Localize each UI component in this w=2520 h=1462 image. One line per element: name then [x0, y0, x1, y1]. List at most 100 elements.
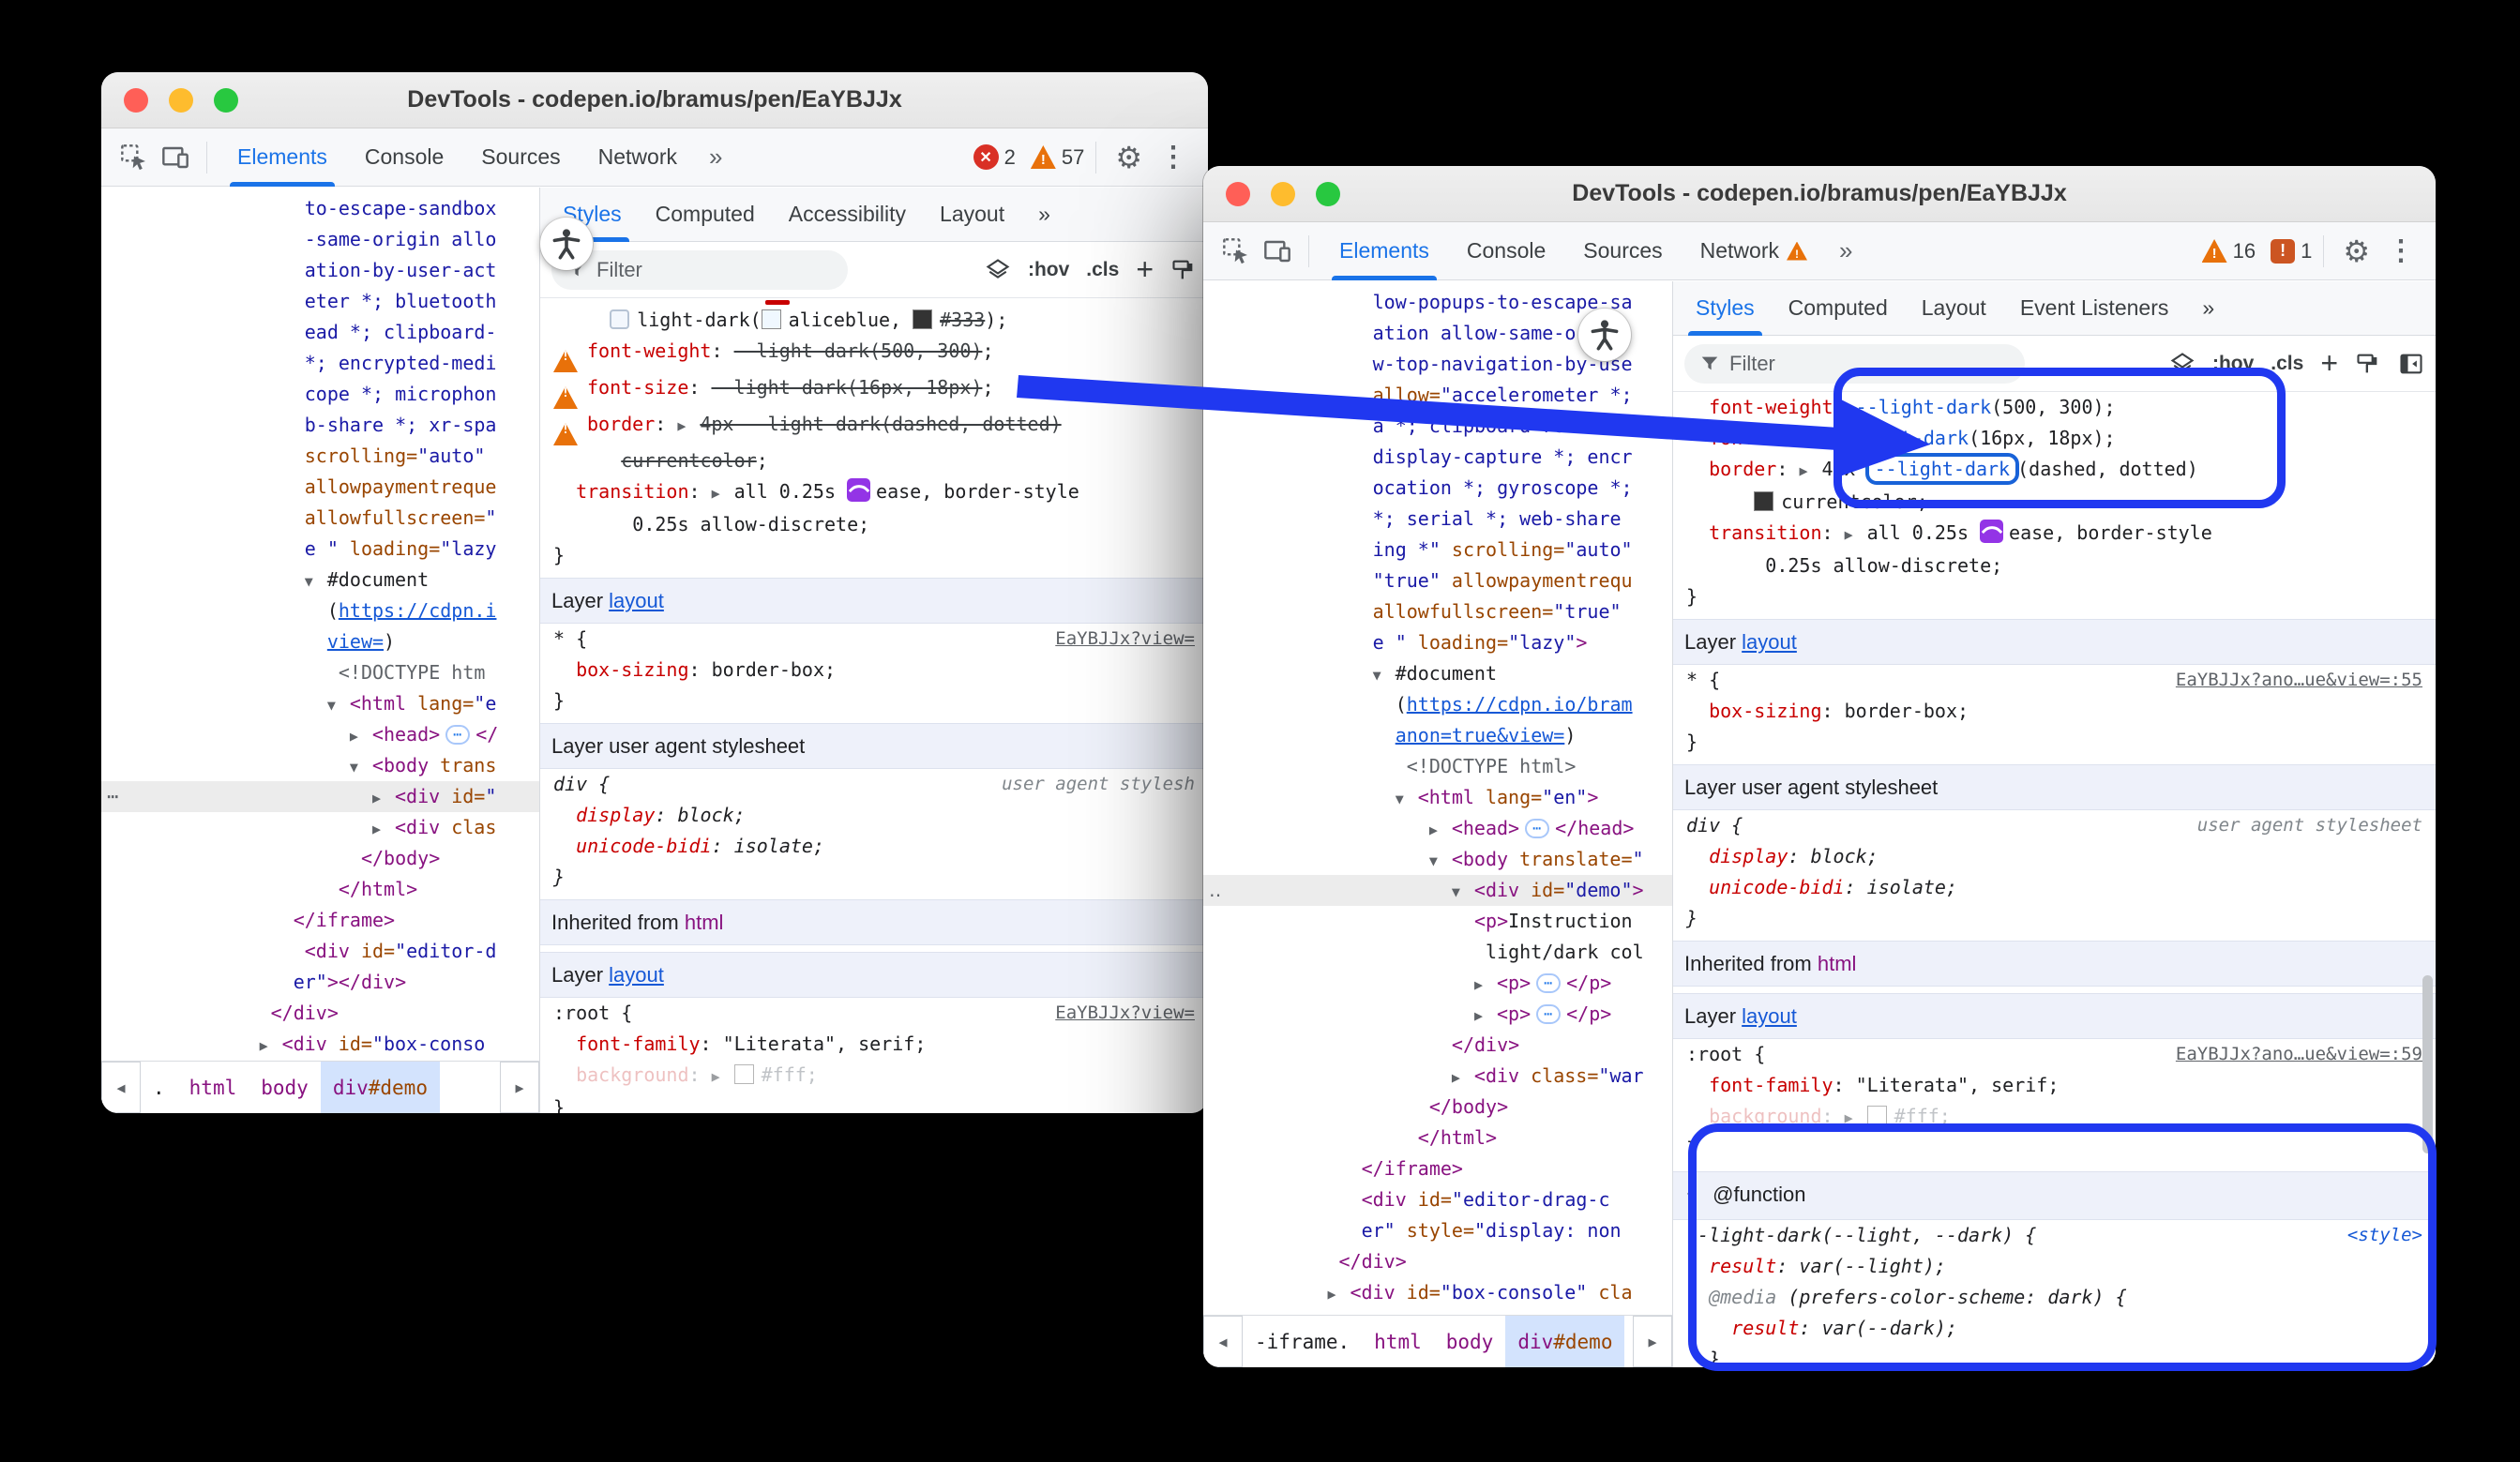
- issue-badge[interactable]: !1: [2271, 239, 2312, 264]
- style-declaration-line[interactable]: display: block;: [540, 800, 1208, 831]
- dom-tree-row[interactable]: er"></div>: [101, 967, 539, 998]
- rendering-emulation-icon[interactable]: [1170, 257, 1197, 283]
- tab-network[interactable]: Network: [1682, 222, 1826, 280]
- style-declaration-line[interactable]: --light-dark(--light, --dark) {<style>: [1673, 1220, 2436, 1251]
- style-declaration-line[interactable]: light-dark(aliceblue, #333);: [540, 305, 1208, 336]
- filter-input[interactable]: Filter: [1684, 344, 2025, 384]
- more-tabs-icon[interactable]: »: [1826, 222, 1865, 280]
- style-declaration-line[interactable]: unicode-bidi: isolate;: [1673, 872, 2436, 903]
- dom-tree-row[interactable]: a *; clipboard-read *;: [1203, 411, 1672, 442]
- tab-styles[interactable]: Styles: [1679, 281, 1772, 336]
- inspect-element-icon[interactable]: [114, 138, 154, 177]
- stylesheet-source-link[interactable]: <style>: [2347, 1220, 2422, 1251]
- dom-tree-row[interactable]: -same-origin allo: [101, 224, 539, 255]
- dom-tree-row[interactable]: ▶<div id="box-conso: [101, 1029, 539, 1060]
- styles-section-header[interactable]: Layer user agent stylesheet: [540, 723, 1208, 769]
- expand-inline-icon[interactable]: ⋯: [445, 725, 470, 745]
- code-link[interactable]: https://cdpn.io/bram: [1407, 693, 1633, 716]
- style-declaration-line[interactable]: }: [1673, 1344, 2436, 1367]
- tab-event-listeners[interactable]: Event Listeners: [2003, 281, 2186, 336]
- style-declaration-line[interactable]: }: [540, 540, 1208, 571]
- stylesheet-source-link[interactable]: user agent stylesh: [1002, 769, 1195, 800]
- style-declaration-line[interactable]: 0.25s allow-discrete;: [1673, 550, 2436, 581]
- breadcrumb-item[interactable]: html: [1362, 1316, 1434, 1367]
- style-declaration-line[interactable]: font-family: "Literata", serif;: [540, 1029, 1208, 1060]
- dom-tree-row[interactable]: </body>: [101, 843, 539, 874]
- dom-tree-row[interactable]: ing *" scrolling="auto": [1203, 535, 1672, 565]
- style-declaration-line[interactable]: }: [1673, 581, 2436, 612]
- dom-tree-row[interactable]: <p>Instruction: [1203, 906, 1672, 937]
- dom-tree-row[interactable]: ▼<body translate=": [1203, 844, 1672, 875]
- style-declaration-line[interactable]: box-sizing: border-box;: [1673, 696, 2436, 727]
- style-declaration-line[interactable]: :root {EaYBJJx?view=: [540, 998, 1208, 1029]
- dom-tree-row[interactable]: "true" allowpaymentrequ: [1203, 565, 1672, 596]
- style-declaration-line[interactable]: * {EaYBJJx?view=: [540, 624, 1208, 655]
- toggle-element-state-icon[interactable]: [985, 257, 1011, 283]
- tab-network[interactable]: Network: [580, 128, 696, 187]
- dom-tree-row[interactable]: </html>: [101, 874, 539, 905]
- stylesheet-source-link[interactable]: EaYBJJx?ano…ue&view=:59: [2176, 1039, 2422, 1070]
- tab-sources[interactable]: Sources: [462, 128, 579, 187]
- dom-tree-row[interactable]: ▼#document: [101, 565, 539, 595]
- styles-section-header[interactable]: Layer layout: [540, 952, 1208, 998]
- tab-layout[interactable]: Layout: [1905, 281, 2003, 336]
- code-link[interactable]: --light-dark: [1856, 396, 1992, 418]
- tab-console[interactable]: Console: [346, 128, 462, 187]
- style-declaration-line[interactable]: }: [1673, 903, 2436, 934]
- styles-section-header[interactable]: ▼ @function: [1673, 1171, 2436, 1220]
- dom-tree-row[interactable]: </iframe>: [1203, 1153, 1672, 1184]
- breadcrumb-scroll-left-icon[interactable]: ◀: [101, 1062, 141, 1113]
- style-declaration-line[interactable]: @media (prefers-color-scheme: dark) {: [1673, 1282, 2436, 1313]
- dom-tree-row[interactable]: </body>: [1203, 1092, 1672, 1123]
- style-declaration-line[interactable]: result: var(--light);: [1673, 1251, 2436, 1282]
- dom-tree-row[interactable]: b-share *; xr-spa: [101, 410, 539, 441]
- dom-tree-row[interactable]: scrolling="auto": [101, 441, 539, 472]
- more-tabs-icon[interactable]: »: [2185, 281, 2231, 336]
- tab-computed[interactable]: Computed: [1772, 281, 1905, 336]
- kebab-menu-icon[interactable]: ⋮: [1152, 141, 1195, 173]
- dom-tree-row[interactable]: </div>: [1203, 1246, 1672, 1277]
- styles-rules[interactable]: font-weight: --light-dark(500, 300); fon…: [1673, 392, 2436, 1367]
- styles-section-header[interactable]: Inherited from html: [1673, 941, 2436, 987]
- new-style-rule-button[interactable]: +: [1136, 252, 1154, 287]
- dom-tree-row[interactable]: er" style="display: non: [1203, 1215, 1672, 1246]
- dom-tree-row[interactable]: ation-by-user-act: [101, 255, 539, 286]
- breadcrumb-item[interactable]: .: [141, 1062, 177, 1113]
- dom-tree-row[interactable]: e " loading="lazy">: [1203, 627, 1672, 658]
- styles-section-header[interactable]: Inherited from html: [540, 899, 1208, 945]
- dom-tree-row[interactable]: to-escape-sandbox: [101, 193, 539, 224]
- expand-inline-icon[interactable]: ⋯: [1525, 819, 1549, 838]
- expand-inline-icon[interactable]: ⋯: [1536, 1004, 1561, 1024]
- dom-tree-row[interactable]: (https://cdpn.io/bram: [1203, 689, 1672, 720]
- styles-rules[interactable]: light-dark(aliceblue, #333);font-weight:…: [540, 298, 1208, 1113]
- breadcrumb-item[interactable]: div#demo: [321, 1062, 440, 1113]
- dom-tree-row[interactable]: allowpaymentreque: [101, 472, 539, 503]
- style-declaration-line[interactable]: font-weight: --light-dark(500, 300);: [1673, 392, 2436, 423]
- dom-tree-row[interactable]: </html>: [1203, 1123, 1672, 1153]
- dom-tree-row[interactable]: ▶<head>⋯</head>: [1203, 813, 1672, 844]
- dom-tree-row[interactable]: </div>: [101, 998, 539, 1029]
- filter-input[interactable]: Filter: [551, 250, 848, 290]
- style-declaration-line[interactable]: font-weight: --light-dark(500, 300);: [540, 336, 1208, 372]
- dom-tree-row[interactable]: ▶<head>⋯</: [101, 719, 539, 750]
- dom-tree-row[interactable]: <div id="editor-drag-c: [1203, 1184, 1672, 1215]
- tab-computed[interactable]: Computed: [639, 188, 772, 242]
- style-declaration-line[interactable]: :root {EaYBJJx?ano…ue&view=:59: [1673, 1039, 2436, 1070]
- settings-gear-icon[interactable]: ⚙: [1108, 140, 1150, 175]
- stylesheet-source-link[interactable]: EaYBJJx?ano…ue&view=:55: [2176, 665, 2422, 696]
- new-style-rule-button[interactable]: +: [2320, 346, 2338, 381]
- style-declaration-line[interactable]: box-sizing: border-box;: [540, 655, 1208, 686]
- dom-tree-row[interactable]: ▼#document: [1203, 658, 1672, 689]
- code-link[interactable]: anon=true&view=: [1396, 724, 1565, 746]
- dom-tree-row[interactable]: <div id="editor-d: [101, 936, 539, 967]
- device-toolbar-icon[interactable]: [156, 138, 195, 177]
- rendering-emulation-icon[interactable]: [2355, 351, 2381, 377]
- dom-tree-row[interactable]: allowfullscreen="true": [1203, 596, 1672, 627]
- breadcrumb-item[interactable]: body: [249, 1062, 321, 1113]
- dom-tree-row[interactable]: ▼<body trans: [101, 750, 539, 781]
- style-declaration-line[interactable]: border: ▶4px --light-dark(dashed, dotted…: [1673, 454, 2436, 487]
- style-declaration-line[interactable]: }: [540, 862, 1208, 893]
- code-link[interactable]: view=: [327, 630, 384, 653]
- dom-tree-row[interactable]: ▶<div class="war: [1203, 1061, 1672, 1092]
- classes-button[interactable]: .cls: [2271, 353, 2303, 375]
